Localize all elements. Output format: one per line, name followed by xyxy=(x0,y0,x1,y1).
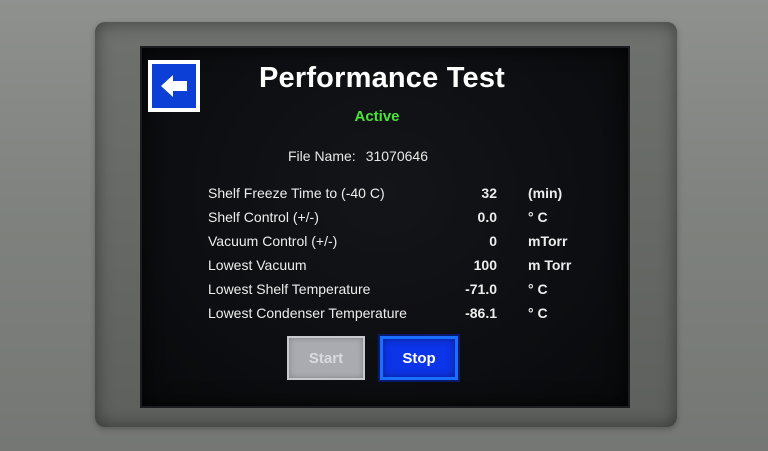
status-text: Active xyxy=(354,108,400,125)
parameter-label: Shelf Freeze Time to (-40 C) xyxy=(208,185,385,201)
parameter-value: 0 xyxy=(489,233,497,249)
back-button[interactable] xyxy=(148,60,200,112)
parameter-label: Shelf Control (+/-) xyxy=(208,209,319,225)
parameter-unit: (min) xyxy=(528,185,563,201)
parameter-value: 32 xyxy=(481,185,497,201)
parameter-value: -86.1 xyxy=(465,305,497,321)
parameter-value: 100 xyxy=(473,257,497,273)
parameter-value: 0.0 xyxy=(477,209,497,225)
parameter-unit: m Torr xyxy=(528,257,572,273)
page-title: Performance Test xyxy=(258,62,506,94)
parameter-unit: mTorr xyxy=(528,233,568,249)
touchscreen-display: Performance Test Active File Name: 310706… xyxy=(140,46,630,408)
parameter-row-vacuum-control: Vacuum Control (+/-) 0 mTorr xyxy=(208,231,628,255)
parameter-row-lowest-vacuum: Lowest Vacuum 100 m Torr xyxy=(208,255,628,279)
file-name-label: File Name: xyxy=(288,148,356,164)
parameter-unit: ° C xyxy=(528,305,548,321)
left-arrow-icon xyxy=(161,75,187,97)
parameter-row-lowest-condenser-temperature: Lowest Condenser Temperature -86.1 ° C xyxy=(208,303,628,327)
parameter-unit: ° C xyxy=(528,281,548,297)
file-name-line: File Name: 31070646 xyxy=(288,148,428,164)
file-name-value: 31070646 xyxy=(365,148,428,164)
stop-button[interactable]: Stop xyxy=(380,336,458,380)
parameter-label: Vacuum Control (+/-) xyxy=(208,233,338,249)
parameter-label: Lowest Condenser Temperature xyxy=(208,305,407,321)
parameter-label: Lowest Vacuum xyxy=(208,257,307,273)
parameter-row-lowest-shelf-temperature: Lowest Shelf Temperature -71.0 ° C xyxy=(208,279,628,303)
parameter-value: -71.0 xyxy=(465,281,497,297)
start-button[interactable]: Start xyxy=(287,336,365,380)
parameter-row-shelf-freeze-time: Shelf Freeze Time to (-40 C) 32 (min) xyxy=(208,183,628,207)
parameter-list: Shelf Freeze Time to (-40 C) 32 (min) Sh… xyxy=(208,183,628,327)
parameter-label: Lowest Shelf Temperature xyxy=(208,281,371,297)
back-button-face xyxy=(152,64,196,108)
parameter-row-shelf-control: Shelf Control (+/-) 0.0 ° C xyxy=(208,207,628,231)
parameter-unit: ° C xyxy=(528,209,548,225)
